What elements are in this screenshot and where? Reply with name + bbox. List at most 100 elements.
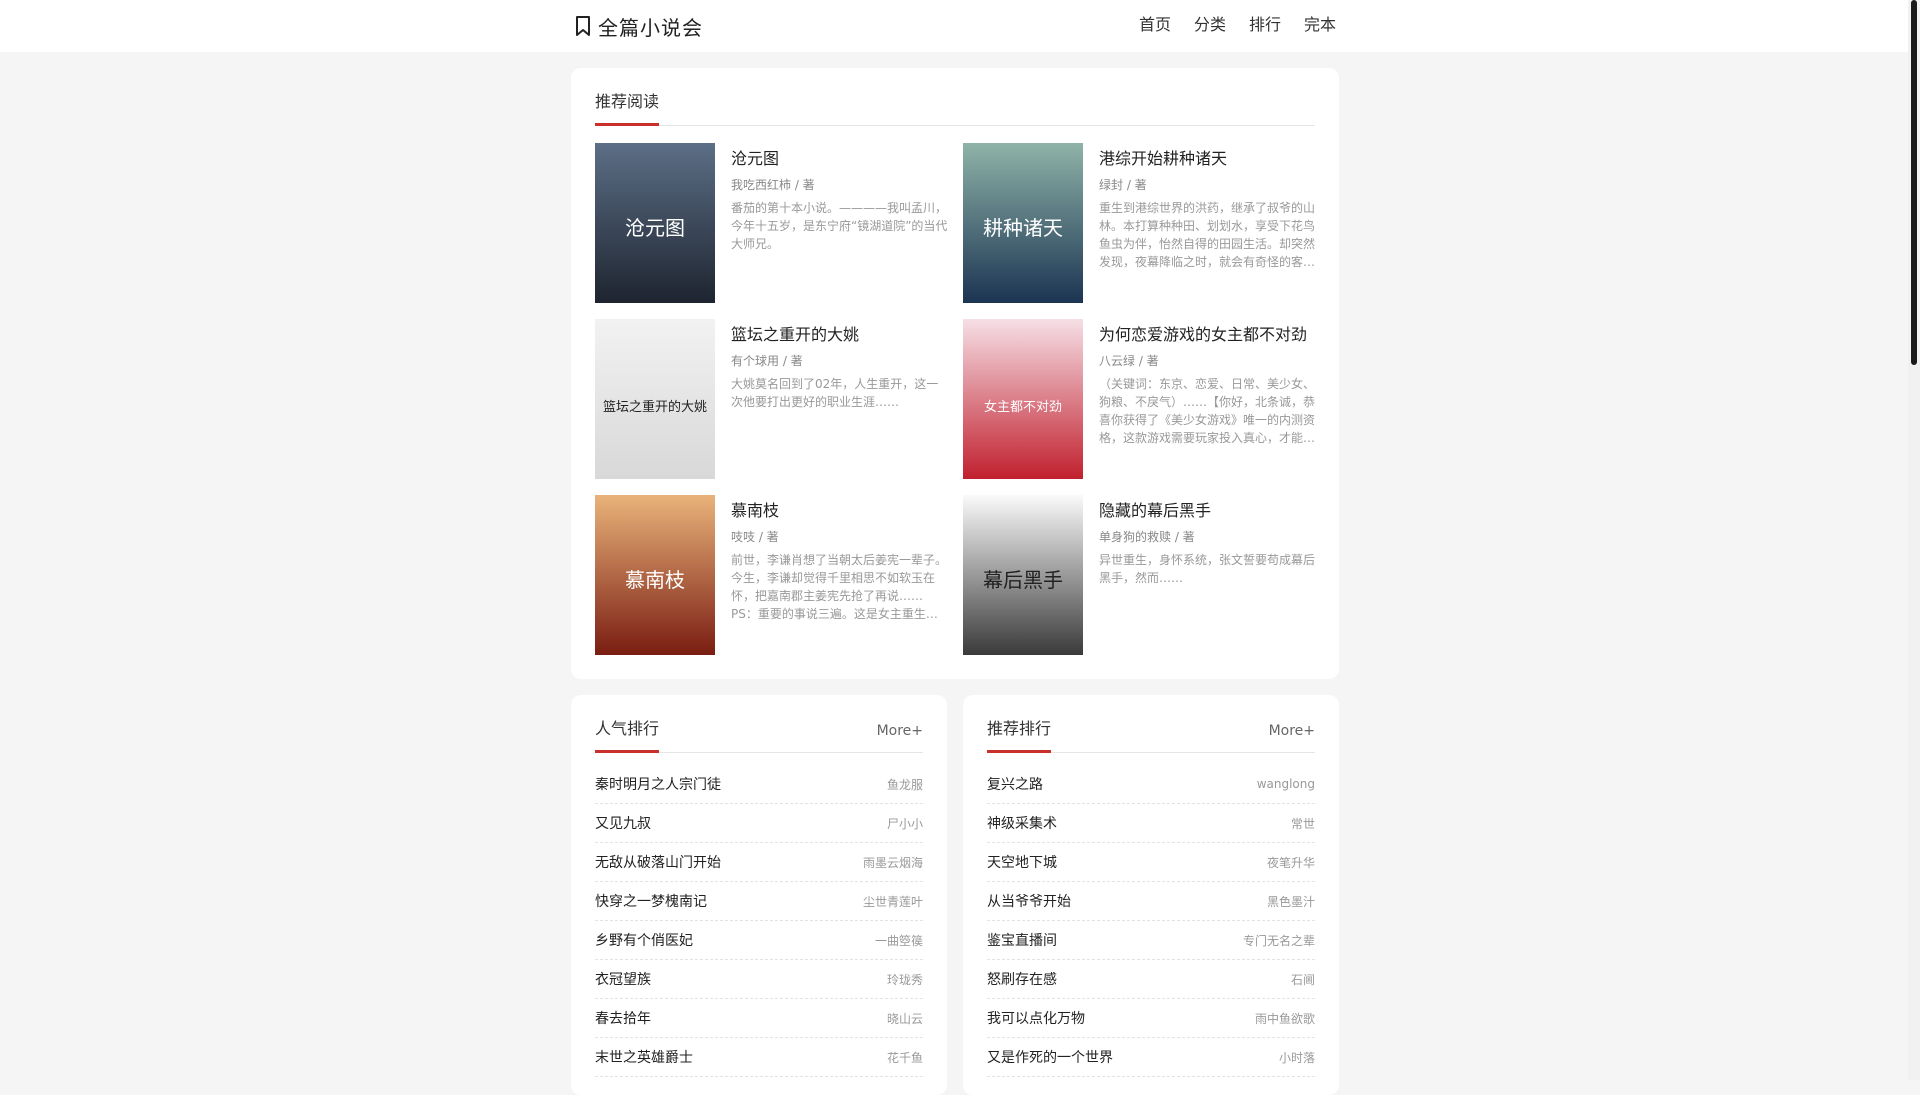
section-title: 人气排行 [595,719,660,738]
rank-book-title[interactable]: 鉴宝直播间 [987,930,1057,950]
rank-row: 神级采集术 常世 [987,804,1315,843]
rank-book-author: 雨墨云烟海 [862,855,923,870]
rank-row: 乡野有个俏医妃 一曲箜篌 [595,921,923,960]
book-cover[interactable]: 女主都不对劲 [963,319,1083,479]
book-description: 大姚莫名回到了02年，人生重开，这一次他要打出更好的职业生涯…… [731,377,939,409]
bookmark-icon [573,15,593,37]
cover-title-art: 慕南枝 [625,568,685,592]
section-accent-bar [595,750,659,753]
rank-book-title[interactable]: 又是作死的一个世界 [987,1047,1113,1067]
rank-book-author: 雨中鱼欲歌 [1254,1011,1315,1026]
main-nav: 首页 分类 排行 完本 [1139,14,1336,36]
rank-row: 又见九叔 尸小小 [595,804,923,843]
rank-row: 怒刷存在感 石阃 [987,960,1315,999]
nav-category[interactable]: 分类 [1194,14,1226,36]
rank-book-title[interactable]: 我可以点化万物 [987,1008,1085,1028]
book-author: 有个球用 / 著 [731,354,803,368]
book-description: （关键词：东京、恋爱、日常、美少女、狗粮、不戾气）……【你好，北条诚，恭喜你获得… [1099,377,1316,445]
rank-book-title[interactable]: 从当爷爷开始 [987,891,1071,911]
rank-book-author: 晓山云 [886,1011,923,1026]
more-link[interactable]: More+ [877,723,923,739]
rank-book-title[interactable]: 末世之英雄爵士 [595,1047,693,1067]
rank-row: 从当爷爷开始 黑色墨汁 [987,882,1315,921]
page-scrollbar[interactable] [1908,0,1920,1080]
more-link[interactable]: More+ [1269,723,1315,739]
rank-book-author: wanglong [1256,777,1315,791]
cover-title-art: 篮坛之重开的大姚 [603,399,707,415]
rank-book-title[interactable]: 天空地下城 [987,852,1057,872]
rank-book-author: 花千鱼 [886,1050,923,1065]
book-author: 绿封 / 著 [1099,178,1147,192]
rank-book-author: 专门无名之辈 [1242,933,1315,948]
book-card[interactable]: 慕南枝 慕南枝 吱吱 / 著前世，李谦肖想了当朝太后姜宪一辈子。今生，李谦却觉得千里… [595,495,949,655]
rank-book-title[interactable]: 复兴之路 [987,774,1043,794]
book-cover[interactable]: 慕南枝 [595,495,715,655]
rank-list: 复兴之路 wanglong 神级采集术 常世天空地下城 夜笔升华从当爷爷开始 黑色墨汁鉴宝… [987,765,1315,1077]
nav-home[interactable]: 首页 [1139,14,1171,36]
cover-title-art: 女主都不对劲 [984,399,1062,415]
book-author: 八云绿 / 著 [1099,354,1159,368]
rank-book-title[interactable]: 神级采集术 [987,813,1057,833]
section-accent-bar [987,750,1051,753]
cover-title-art: 沧元图 [625,216,685,240]
rank-row: 我可以点化万物 雨中鱼欲歌 [987,999,1315,1038]
book-description: 前世，李谦肖想了当朝太后姜宪一辈子。今生，李谦却觉得千里相思不如软玉在怀，把嘉南… [731,553,948,621]
rank-book-author: 常世 [1290,816,1315,831]
rank-book-title[interactable]: 衣冠望族 [595,969,651,989]
rank-book-title[interactable]: 怒刷存在感 [987,969,1057,989]
book-cover[interactable]: 幕后黑手 [963,495,1083,655]
book-card[interactable]: 沧元图 沧元图 我吃西红柿 / 著番茄的第十本小说。————我叫孟川，今年十五岁，是… [595,143,949,303]
book-card[interactable]: 女主都不对劲 为何恋爱游戏的女主都不对劲八云绿 / 著 （关键词：东京、恋爱、日常、… [963,319,1317,479]
top-header: 全篇小说会 首页 分类 排行 完本 [0,0,1908,52]
rank-book-title[interactable]: 又见九叔 [595,813,651,833]
rank-row: 复兴之路 wanglong [987,765,1315,804]
book-title[interactable]: 沧元图 [731,145,779,169]
book-description: 异世重生，身怀系统，张文誓要苟成幕后黑手，然而…… [1099,553,1316,585]
book-description: 番茄的第十本小说。————我叫孟川，今年十五岁，是东宁府“镜湖道院”的当代大师兄… [731,201,948,251]
book-card[interactable]: 耕种诸天 港综开始耕种诸天绿封 / 著重生到港综世界的洪药，继承了叔爷的山林。本打… [963,143,1317,303]
recommend-panel: 推荐阅读 沧元图 沧元图 我吃西红柿 / 著番茄的第十本小说。————我叫孟川，今年… [571,68,1339,679]
nav-completed[interactable]: 完本 [1304,14,1336,36]
book-author: 吱吱 / 著 [731,530,779,544]
book-cover[interactable]: 耕种诸天 [963,143,1083,303]
book-cover[interactable]: 篮坛之重开的大姚 [595,319,715,479]
recommend-ranking-panel: 推荐排行 More+ 复兴之路 wanglong 神级采集术 常世天空地下城 夜笔升华从… [963,695,1339,1095]
section-title: 推荐排行 [987,719,1052,738]
book-author: 我吃西红柿 / 著 [731,178,815,192]
book-title[interactable]: 篮坛之重开的大姚 [731,321,859,345]
cover-title-art: 耕种诸天 [983,216,1063,240]
book-cover[interactable]: 沧元图 [595,143,715,303]
rank-row: 又是作死的一个世界 小时落 [987,1038,1315,1077]
cover-title-art: 幕后黑手 [983,568,1063,592]
rank-row: 无敌从破落山门开始 雨墨云烟海 [595,843,923,882]
rank-row: 秦时明月之人宗门徒 鱼龙服 [595,765,923,804]
rank-book-author: 一曲箜篌 [874,933,923,948]
rank-book-title[interactable]: 无敌从破落山门开始 [595,852,721,872]
rank-book-title[interactable]: 春去拾年 [595,1008,651,1028]
book-description: 重生到港综世界的洪药，继承了叔爷的山林。本打算种种田、划划水，享受下花鸟鱼虫为伴… [1099,201,1316,269]
rank-book-author: 小时落 [1278,1050,1315,1065]
rank-book-author: 夜笔升华 [1266,855,1315,870]
section-title: 推荐阅读 [595,92,660,111]
book-author: 单身狗的救赎 / 著 [1099,530,1195,544]
nav-ranking[interactable]: 排行 [1249,14,1281,36]
book-title[interactable]: 慕南枝 [731,497,779,521]
section-divider [595,125,1315,126]
book-title[interactable]: 隐藏的幕后黑手 [1099,497,1211,521]
rank-row: 天空地下城 夜笔升华 [987,843,1315,882]
book-card[interactable]: 幕后黑手 隐藏的幕后黑手单身狗的救赎 / 著异世重生，身怀系统，张文誓要苟成幕后黑… [963,495,1317,655]
rank-row: 衣冠望族 玲珑秀 [595,960,923,999]
rank-book-title[interactable]: 快穿之一梦槐南记 [595,891,707,911]
book-title[interactable]: 为何恋爱游戏的女主都不对劲 [1099,321,1307,345]
rank-book-author: 尸小小 [886,816,923,831]
book-card[interactable]: 篮坛之重开的大姚 篮坛之重开的大姚 有个球用 / 著大姚莫名回到了02年，人生重开，… [595,319,949,479]
rank-row: 鉴宝直播间 专门无名之辈 [987,921,1315,960]
site-logo[interactable]: 全篇小说会 [573,12,703,40]
rank-book-author: 石阃 [1290,972,1315,987]
rank-book-author: 黑色墨汁 [1266,894,1315,909]
scrollbar-thumb[interactable] [1911,0,1917,365]
rank-row: 快穿之一梦槐南记 尘世青莲叶 [595,882,923,921]
book-title[interactable]: 港综开始耕种诸天 [1099,145,1227,169]
rank-book-title[interactable]: 乡野有个俏医妃 [595,930,693,950]
rank-book-title[interactable]: 秦时明月之人宗门徒 [595,774,721,794]
